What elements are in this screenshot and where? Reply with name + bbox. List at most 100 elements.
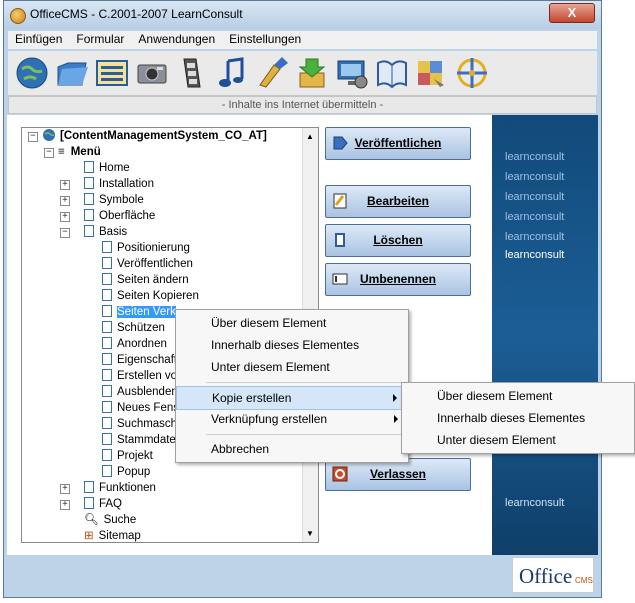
menu-einfuegen[interactable]: Einfügen (8, 31, 69, 47)
page-icon (102, 305, 112, 317)
page-icon (102, 353, 112, 365)
tree-menu[interactable]: ≡ Menü (58, 144, 101, 160)
edit-button[interactable]: Bearbeiten (325, 185, 471, 218)
pencil-icon (333, 193, 347, 209)
menu-formular[interactable]: Formular (69, 31, 131, 47)
music-icon[interactable] (214, 55, 250, 91)
tree-item[interactable]: Erstellen vo (102, 368, 177, 384)
close-button[interactable]: X (549, 3, 595, 23)
tree-item[interactable]: Neues Fens (102, 400, 179, 416)
page-icon (102, 401, 112, 413)
menu-item-above[interactable]: Über diesem Element (176, 312, 408, 334)
app-icon (10, 8, 26, 24)
rename-icon (332, 273, 348, 285)
puzzle-icon[interactable] (414, 55, 450, 91)
menu-item-inside[interactable]: Innerhalb dieses Elementes (176, 334, 408, 356)
tree-item[interactable]: Eigenschaft (102, 352, 177, 368)
brush-icon[interactable] (254, 55, 290, 91)
publish-button[interactable]: Veröffentlichen (325, 127, 471, 160)
copy-submenu: Über diesem Element Innerhalb dieses Ele… (401, 382, 635, 454)
tree-item[interactable]: Schützen (102, 320, 165, 336)
tree-item[interactable]: Popup (102, 464, 150, 480)
tree-item-label: Projekt (117, 450, 153, 462)
brand-text: learnconsult (505, 151, 565, 163)
tree-expander[interactable]: + (60, 212, 70, 222)
tree-expander[interactable]: + (60, 484, 70, 494)
book-icon[interactable] (374, 55, 410, 91)
tree-item-installation[interactable]: Installation (84, 176, 154, 192)
tree-item[interactable]: Stammdater (102, 432, 180, 448)
office-logo-sub: CMS (575, 576, 593, 585)
camera-icon[interactable] (134, 55, 170, 91)
tree-item[interactable]: Veröffentlichen (102, 256, 193, 272)
page-icon (102, 369, 112, 381)
tree-item-sitemap[interactable]: ⊞ Sitemap (84, 528, 141, 542)
tree-root[interactable]: [ContentManagementSystem_CO_AT] (42, 128, 267, 144)
menu-anwendungen[interactable]: Anwendungen (131, 31, 222, 47)
folder-icon[interactable] (54, 55, 90, 91)
menu-item-link[interactable]: Verknüpfung erstellen (176, 408, 408, 430)
tree-item-selected[interactable]: Seiten Verk (102, 304, 176, 320)
tree-expander[interactable]: + (60, 196, 70, 206)
trash-icon (335, 233, 345, 247)
brand-text: learnconsult (505, 211, 565, 223)
tree-item[interactable]: Positionierung (102, 240, 190, 256)
menu-bar: Einfügen Formular Anwendungen Einstellungen (8, 31, 597, 49)
submenu-item-above[interactable]: Über diesem Element (402, 385, 634, 407)
tree-item-label: FAQ (99, 498, 123, 510)
tree-item-label: Positionierung (117, 242, 190, 254)
delete-button[interactable]: Löschen (325, 224, 471, 257)
menu-item-below[interactable]: Unter diesem Element (176, 356, 408, 378)
tree-expander[interactable]: − (44, 148, 54, 158)
tree-item-home[interactable]: Home (84, 160, 130, 176)
tree-item-funktionen[interactable]: Funktionen (84, 480, 156, 496)
list-icon[interactable] (94, 55, 130, 91)
menu-icon: ≡ (58, 146, 65, 158)
tree-item-label: Oberfläche (99, 210, 156, 222)
tree-item-faq[interactable]: FAQ (84, 496, 122, 512)
download-icon[interactable] (294, 55, 330, 91)
page-icon (102, 257, 112, 269)
publish-label: Veröffentlichen (354, 136, 442, 150)
menu-separator (206, 434, 404, 435)
tree-item-oberflaeche[interactable]: Oberfläche (84, 208, 155, 224)
tree-expander[interactable]: + (60, 180, 70, 190)
page-icon (84, 209, 94, 221)
title-bar: OfficeCMS - C.2001-2007 LearnConsult X (4, 1, 601, 29)
tree-item[interactable]: Projekt (102, 448, 153, 464)
tree-expander[interactable]: − (28, 132, 38, 142)
tree-item[interactable]: Ausblenden (102, 384, 178, 400)
tree-item-label: Installation (99, 178, 154, 190)
submenu-item-inside[interactable]: Innerhalb dieses Elementes (402, 407, 634, 429)
globe-icon[interactable] (14, 55, 50, 91)
brand-text: learnconsult (505, 231, 565, 243)
scroll-up-icon[interactable]: ▲ (306, 132, 314, 141)
tree-item-basis[interactable]: Basis (84, 224, 127, 240)
tree-item[interactable]: Seiten Kopieren (102, 288, 199, 304)
delete-label: Löschen (373, 233, 423, 247)
tree-item-label: Sitemap (98, 530, 141, 542)
tree-item-symbole[interactable]: Symbole (84, 192, 144, 208)
screen-icon[interactable] (334, 55, 370, 91)
tree-item-label: Seiten Verk (117, 306, 176, 318)
tree-item[interactable]: Suchmasch (102, 416, 177, 432)
menu-item-copy[interactable]: Kopie erstellen (176, 386, 408, 410)
rename-button[interactable]: Umbenennen (325, 263, 471, 296)
tree-item[interactable]: Seiten ändern (102, 272, 189, 288)
tree-item[interactable]: Anordnen (102, 336, 167, 352)
page-icon (84, 177, 94, 189)
menu-item-cancel[interactable]: Abbrechen (176, 438, 408, 460)
tree-item-label: Ausblenden (117, 386, 178, 398)
submenu-arrow-icon (393, 394, 397, 402)
film-icon[interactable] (174, 55, 210, 91)
magnifier-icon: 🔍︎ (84, 514, 99, 526)
compass-icon[interactable] (454, 55, 490, 91)
tree-expander[interactable]: + (60, 500, 70, 510)
brand-text: learnconsult (505, 171, 565, 183)
tree-root-label: [ContentManagementSystem_CO_AT] (60, 130, 267, 142)
submenu-item-below[interactable]: Unter diesem Element (402, 429, 634, 451)
tree-expander[interactable]: − (60, 228, 70, 238)
menu-einstellungen[interactable]: Einstellungen (222, 31, 308, 47)
scroll-down-icon[interactable]: ▼ (306, 529, 314, 538)
tree-item-suche[interactable]: 🔍︎ Suche (84, 512, 136, 528)
